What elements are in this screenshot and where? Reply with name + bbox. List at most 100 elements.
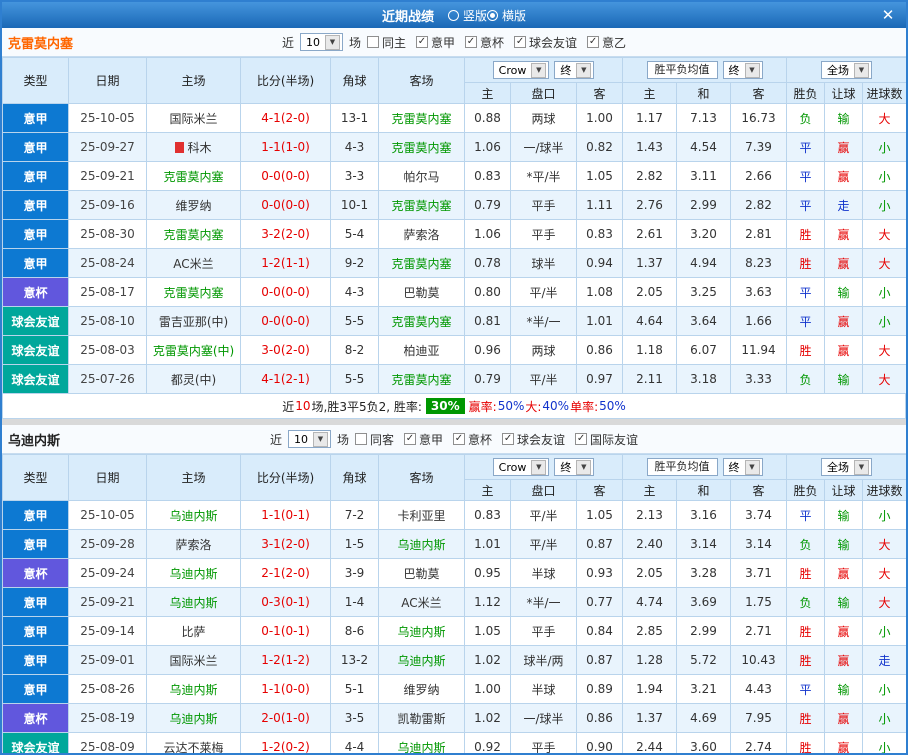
home-team[interactable]: 乌迪内斯 xyxy=(146,587,241,617)
handicap-result: 输 xyxy=(824,500,863,530)
filter-checkbox[interactable]: ✓ 球会友谊 xyxy=(514,34,577,51)
home-team[interactable]: 乌迪内斯 xyxy=(146,500,241,530)
away-team[interactable]: 克雷莫内塞 xyxy=(378,364,465,394)
checkbox-icon[interactable]: ✓ xyxy=(415,36,428,48)
scope-select[interactable]: 全场 ▼ xyxy=(821,61,872,79)
checkbox-label: 球会友谊 xyxy=(529,35,578,50)
odds-company-select[interactable]: Crow ▼ xyxy=(492,458,550,476)
away-team-name: 乌迪内斯 xyxy=(397,653,446,668)
scope-select[interactable]: 全场 ▼ xyxy=(821,458,872,476)
away-team[interactable]: AC米兰 xyxy=(378,587,465,617)
europe-odds-home: 2.13 xyxy=(622,500,677,530)
asia-final-select[interactable]: 终 ▼ xyxy=(554,458,595,476)
close-icon[interactable]: ✕ xyxy=(878,5,898,25)
view-mode-radio[interactable]: 横版 xyxy=(487,7,526,24)
away-team[interactable]: 克雷莫内塞 xyxy=(378,132,465,162)
col-europe-away: 客 xyxy=(730,82,787,104)
filter-checkbox[interactable]: 同主 xyxy=(366,34,406,51)
away-team[interactable]: 巴勒莫 xyxy=(378,558,465,588)
match-date: 25-08-30 xyxy=(68,219,147,249)
corner-count: 5-4 xyxy=(330,219,379,249)
away-team[interactable]: 乌迪内斯 xyxy=(378,645,465,675)
asia-odds-away: 0.86 xyxy=(576,335,623,365)
away-team[interactable]: 乌迪内斯 xyxy=(378,732,465,753)
away-team[interactable]: 乌迪内斯 xyxy=(378,529,465,559)
filter-checkbox[interactable]: ✓ 国际友谊 xyxy=(575,431,638,448)
away-team[interactable]: 维罗纳 xyxy=(378,674,465,704)
away-team[interactable]: 乌迪内斯 xyxy=(378,616,465,646)
checkbox-icon[interactable]: ✓ xyxy=(514,36,527,48)
filter-checkbox[interactable]: ✓ 意乙 xyxy=(587,34,626,51)
filter-checkbox[interactable]: ✓ 意甲 xyxy=(403,431,443,448)
col-result: 胜负 xyxy=(786,479,825,501)
match-score: 0-0(0-0) xyxy=(240,161,331,191)
home-team[interactable]: 克雷莫内塞(中) xyxy=(146,335,241,365)
result: 平 xyxy=(786,161,825,191)
match-score: 3-1(2-0) xyxy=(240,529,331,559)
checkbox-icon[interactable]: ✓ xyxy=(575,433,588,445)
checkbox-icon[interactable] xyxy=(354,433,367,445)
filter-checkbox[interactable]: ✓ 意甲 xyxy=(415,34,455,51)
home-team[interactable]: 国际米兰 xyxy=(146,103,241,133)
home-team[interactable]: 科木 xyxy=(146,132,241,162)
filter-checkbox[interactable]: 同客 xyxy=(354,431,394,448)
home-team[interactable]: 乌迪内斯 xyxy=(146,558,241,588)
away-team[interactable]: 卡利亚里 xyxy=(378,500,465,530)
home-team[interactable]: 乌迪内斯 xyxy=(146,674,241,704)
filter-checkbox[interactable]: ✓ 意杯 xyxy=(453,431,492,448)
filter-checkbox[interactable]: ✓ 意杯 xyxy=(465,34,504,51)
corner-count: 9-2 xyxy=(330,248,379,278)
home-team[interactable]: 克雷莫内塞 xyxy=(146,161,241,191)
away-team[interactable]: 巴勒莫 xyxy=(378,277,465,307)
europe-final-select[interactable]: 终 ▼ xyxy=(722,458,763,476)
asia-odds-home: 0.92 xyxy=(464,732,511,753)
checkbox-icon[interactable]: ✓ xyxy=(502,433,515,445)
match-type-badge: 球会友谊 xyxy=(2,306,69,336)
away-team[interactable]: 柏迪亚 xyxy=(378,335,465,365)
home-team[interactable]: 萨索洛 xyxy=(146,529,241,559)
europe-odds-home: 2.05 xyxy=(622,558,677,588)
away-team[interactable]: 帕尔马 xyxy=(378,161,465,191)
filter-checkbox[interactable]: ✓ 球会友谊 xyxy=(502,431,565,448)
match-count-select[interactable]: 10 ▼ xyxy=(299,33,343,51)
away-team[interactable]: 克雷莫内塞 xyxy=(378,248,465,278)
away-team[interactable]: 克雷莫内塞 xyxy=(378,306,465,336)
home-team[interactable]: 比萨 xyxy=(146,616,241,646)
home-team[interactable]: 都灵(中) xyxy=(146,364,241,394)
home-team[interactable]: 克雷莫内塞 xyxy=(146,277,241,307)
chevron-down-icon: ▼ xyxy=(854,459,869,475)
away-team[interactable]: 克雷莫内塞 xyxy=(378,190,465,220)
odds-company-select[interactable]: Crow ▼ xyxy=(492,61,550,79)
match-row: 球会友谊 25-07-26 都灵(中) 4-1(2-1) 5-5 克雷莫内塞 0.79 平/半… xyxy=(2,364,906,394)
asia-odds-home: 1.06 xyxy=(464,219,511,249)
away-team[interactable]: 萨索洛 xyxy=(378,219,465,249)
checkbox-icon[interactable]: ✓ xyxy=(465,36,477,48)
checkbox-icon[interactable]: ✓ xyxy=(403,433,416,445)
home-team[interactable]: 维罗纳 xyxy=(146,190,241,220)
filter-bar: 近 10 ▼ 场 同客 ✓ 意甲 ✓ 意杯 ✓ 球会友谊 ✓ 国际友谊 xyxy=(270,430,638,448)
home-team[interactable]: 克雷莫内塞 xyxy=(146,219,241,249)
checkbox-icon[interactable]: ✓ xyxy=(453,433,465,445)
asia-odds-home: 0.83 xyxy=(464,161,511,191)
away-team[interactable]: 克雷莫内塞 xyxy=(378,103,465,133)
home-team[interactable]: AC米兰 xyxy=(146,248,241,278)
europe-odds-header: 胜平负均值 终 ▼ xyxy=(622,57,787,83)
asia-final-select[interactable]: 终 ▼ xyxy=(554,61,595,79)
match-count-select[interactable]: 10 ▼ xyxy=(287,430,331,448)
summary-part: 40% xyxy=(542,399,570,413)
away-team[interactable]: 凯勒雷斯 xyxy=(378,703,465,733)
view-mode-radio[interactable]: 竖版 xyxy=(447,7,487,24)
home-team[interactable]: 国际米兰 xyxy=(146,645,241,675)
asia-odds-away: 1.05 xyxy=(576,500,623,530)
home-team[interactable]: 乌迪内斯 xyxy=(146,703,241,733)
chevron-down-icon: ▼ xyxy=(576,459,592,475)
home-team[interactable]: 云达不莱梅 xyxy=(146,732,241,753)
summary-part: 10 xyxy=(295,399,311,413)
europe-odds-away: 4.43 xyxy=(730,674,787,704)
match-date: 25-09-01 xyxy=(68,645,147,675)
checkbox-icon[interactable]: ✓ xyxy=(587,36,600,48)
home-team[interactable]: 雷吉亚那(中) xyxy=(146,306,241,336)
corner-count: 1-4 xyxy=(330,587,379,617)
europe-final-select[interactable]: 终 ▼ xyxy=(722,61,763,79)
checkbox-icon[interactable] xyxy=(366,36,379,48)
